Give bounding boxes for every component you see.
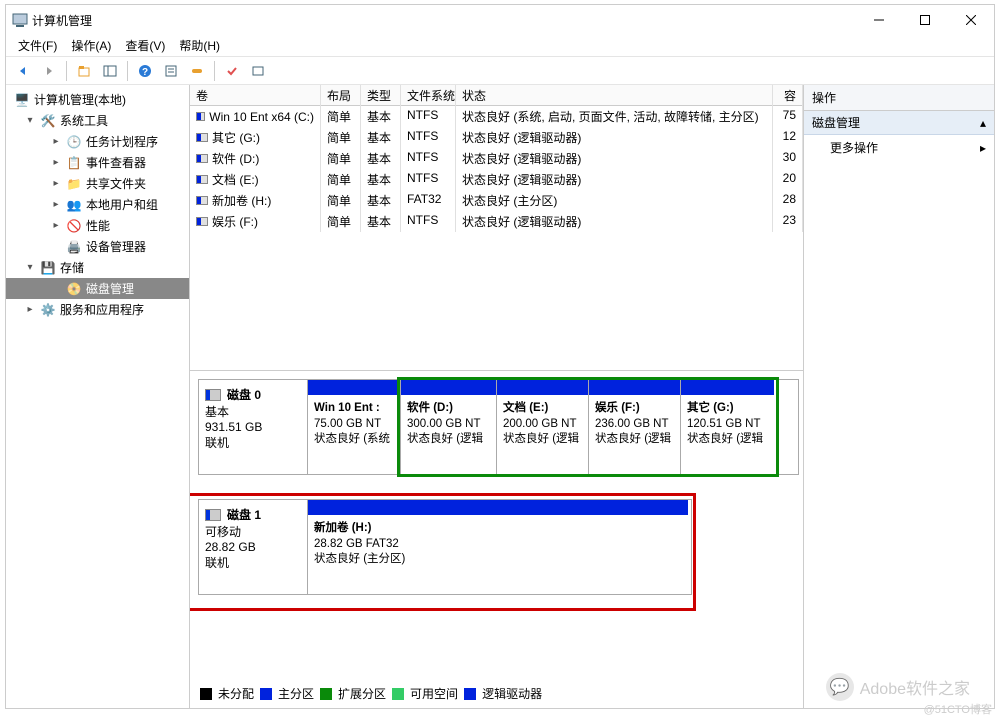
disk-1-partitions: 新加卷 (H:)28.82 GB FAT32状态良好 (主分区) — [308, 499, 692, 595]
help-button[interactable]: ? — [134, 60, 156, 82]
chevron-down-icon[interactable]: ▾ — [24, 115, 36, 127]
forward-button[interactable] — [38, 60, 60, 82]
window-title: 计算机管理 — [32, 12, 92, 29]
legend: 未分配 主分区 扩展分区 可用空间 逻辑驱动器 — [200, 685, 542, 702]
center-pane: 卷 布局 类型 文件系统 状态 容 Win 10 Ent x64 (C:)简单基… — [190, 85, 804, 708]
tree-services[interactable]: ▸⚙️服务和应用程序 — [6, 299, 189, 320]
menu-view[interactable]: 查看(V) — [119, 35, 171, 56]
up-button[interactable] — [73, 60, 95, 82]
chevron-right-icon[interactable]: ▸ — [50, 136, 62, 148]
event-icon: 📋 — [66, 155, 82, 171]
tree-event-viewer[interactable]: ▸📋事件查看器 — [6, 152, 189, 173]
tree-local-users[interactable]: ▸👥本地用户和组 — [6, 194, 189, 215]
partition[interactable]: 文档 (E:)200.00 GB NT状态良好 (逻辑 — [496, 380, 588, 474]
disk-icon: 📀 — [66, 281, 82, 297]
disk-0-partitions: Win 10 Ent :75.00 GB NT状态良好 (系统软件 (D:)30… — [308, 379, 799, 475]
computer-icon: 🖥️ — [14, 92, 30, 108]
col-layout[interactable]: 布局 — [321, 85, 361, 106]
partition[interactable]: 新加卷 (H:)28.82 GB FAT32状态良好 (主分区) — [308, 500, 688, 594]
volume-row[interactable]: 文档 (E:)简单基本NTFS状态良好 (逻辑驱动器)20 — [190, 169, 803, 190]
col-type[interactable]: 类型 — [361, 85, 401, 106]
tree-root[interactable]: 🖥️计算机管理(本地) — [6, 89, 189, 110]
tree-task-scheduler[interactable]: ▸🕒任务计划程序 — [6, 131, 189, 152]
volume-row[interactable]: 新加卷 (H:)简单基本FAT32状态良好 (主分区)28 — [190, 190, 803, 211]
partition[interactable]: 娱乐 (F:)236.00 GB NT状态良好 (逻辑 — [588, 380, 680, 474]
volume-bar-icon — [196, 154, 208, 163]
volume-row[interactable]: 软件 (D:)简单基本NTFS状态良好 (逻辑驱动器)30 — [190, 148, 803, 169]
chevron-right-icon[interactable]: ▸ — [50, 220, 62, 232]
perf-icon: 🚫 — [66, 218, 82, 234]
tree-performance[interactable]: ▸🚫性能 — [6, 215, 189, 236]
collapse-icon: ▴ — [980, 116, 986, 130]
partition[interactable]: 软件 (D:)300.00 GB NT状态良好 (逻辑 — [400, 380, 496, 474]
volume-header: 卷 布局 类型 文件系统 状态 容 — [190, 85, 803, 106]
device-icon: 🖨️ — [66, 239, 82, 255]
svg-text:?: ? — [142, 67, 148, 78]
disk-0-label[interactable]: 磁盘 0 基本 931.51 GB 联机 — [198, 379, 308, 475]
menu-help[interactable]: 帮助(H) — [173, 35, 226, 56]
chevron-right-icon[interactable]: ▸ — [50, 178, 62, 190]
titlebar: 计算机管理 — [6, 5, 994, 35]
actions-pane: 操作 磁盘管理▴ 更多操作▸ — [804, 85, 994, 708]
tree-system-tools[interactable]: ▾🛠️系统工具 — [6, 110, 189, 131]
volume-bar-icon — [196, 133, 208, 142]
show-hide-tree-button[interactable] — [99, 60, 121, 82]
partition[interactable]: 其它 (G:)120.51 GB NT状态良好 (逻辑 — [680, 380, 774, 474]
properties-button[interactable] — [160, 60, 182, 82]
col-status[interactable]: 状态 — [456, 85, 773, 106]
actions-more[interactable]: 更多操作▸ — [804, 135, 994, 160]
storage-icon: 💾 — [40, 260, 56, 276]
disk-1[interactable]: 磁盘 1 可移动 28.82 GB 联机 新加卷 (H:)28.82 GB FA… — [198, 499, 803, 595]
app-window: 计算机管理 文件(F) 操作(A) 查看(V) 帮助(H) ? 🖥️计算机管理(… — [5, 4, 995, 709]
menu-file[interactable]: 文件(F) — [12, 35, 63, 56]
volume-bar-icon — [196, 175, 208, 184]
disk-icon — [205, 389, 221, 401]
menu-action[interactable]: 操作(A) — [65, 35, 117, 56]
chevron-right-icon[interactable]: ▸ — [50, 199, 62, 211]
list-button[interactable] — [247, 60, 269, 82]
volume-bar-icon — [196, 217, 208, 226]
col-volume[interactable]: 卷 — [190, 85, 321, 106]
users-icon: 👥 — [66, 197, 82, 213]
back-button[interactable] — [12, 60, 34, 82]
actions-section[interactable]: 磁盘管理▴ — [804, 111, 994, 135]
tree-device-manager[interactable]: ▸🖨️设备管理器 — [6, 236, 189, 257]
menubar: 文件(F) 操作(A) 查看(V) 帮助(H) — [6, 35, 994, 57]
tree-storage[interactable]: ▾💾存储 — [6, 257, 189, 278]
clock-icon: 🕒 — [66, 134, 82, 150]
chevron-right-icon[interactable]: ▸ — [50, 157, 62, 169]
close-button[interactable] — [948, 5, 994, 35]
partition[interactable]: Win 10 Ent :75.00 GB NT状态良好 (系统 — [308, 380, 400, 474]
disk-1-label[interactable]: 磁盘 1 可移动 28.82 GB 联机 — [198, 499, 308, 595]
chevron-down-icon[interactable]: ▾ — [24, 262, 36, 274]
volume-row[interactable]: Win 10 Ent x64 (C:)简单基本NTFS状态良好 (系统, 启动,… — [190, 106, 803, 127]
folder-shared-icon: 📁 — [66, 176, 82, 192]
toolbar: ? — [6, 57, 994, 85]
nav-tree: 🖥️计算机管理(本地) ▾🛠️系统工具 ▸🕒任务计划程序 ▸📋事件查看器 ▸📁共… — [6, 85, 190, 708]
volume-bar-icon — [196, 196, 208, 205]
disk-icon — [205, 509, 221, 521]
volume-bar-icon — [196, 112, 205, 121]
volume-row[interactable]: 娱乐 (F:)简单基本NTFS状态良好 (逻辑驱动器)23 — [190, 211, 803, 232]
check-button[interactable] — [221, 60, 243, 82]
minimize-button[interactable] — [856, 5, 902, 35]
col-capacity[interactable]: 容 — [773, 85, 803, 106]
volume-list[interactable]: Win 10 Ent x64 (C:)简单基本NTFS状态良好 (系统, 启动,… — [190, 106, 803, 371]
chevron-right-icon: ▸ — [980, 141, 986, 155]
tools-icon: 🛠️ — [40, 113, 56, 129]
tree-shared-folders[interactable]: ▸📁共享文件夹 — [6, 173, 189, 194]
disk-0[interactable]: 磁盘 0 基本 931.51 GB 联机 Win 10 Ent :75.00 G… — [198, 379, 799, 475]
col-filesystem[interactable]: 文件系统 — [401, 85, 456, 106]
volume-row[interactable]: 其它 (G:)简单基本NTFS状态良好 (逻辑驱动器)12 — [190, 127, 803, 148]
chevron-right-icon[interactable]: ▸ — [24, 304, 36, 316]
app-icon — [12, 12, 28, 28]
tree-disk-management[interactable]: ▸📀磁盘管理 — [6, 278, 189, 299]
actions-header: 操作 — [804, 85, 994, 111]
services-icon: ⚙️ — [40, 302, 56, 318]
maximize-button[interactable] — [902, 5, 948, 35]
disk-graphic-area: 磁盘 0 基本 931.51 GB 联机 Win 10 Ent :75.00 G… — [190, 371, 803, 708]
refresh-button[interactable] — [186, 60, 208, 82]
